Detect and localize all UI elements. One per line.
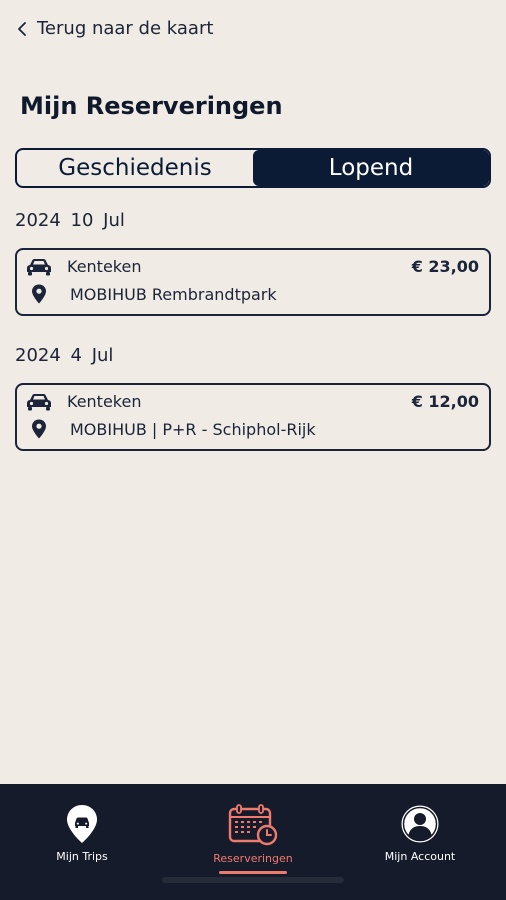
tab-label: Mijn Account [384, 850, 456, 863]
location-pin-icon [32, 284, 46, 304]
back-link-label: Terug naar de kaart [37, 18, 214, 39]
user-icon [401, 805, 439, 843]
reservation-date: 2024 10 Jul [15, 210, 125, 231]
car-icon [27, 394, 51, 411]
tab-label: Reserveringen [213, 852, 293, 865]
tab-label: Mijn Trips [56, 850, 108, 863]
tab-lopend[interactable]: Lopend [253, 150, 489, 186]
home-indicator [162, 877, 344, 883]
reservation-card[interactable]: Kenteken € 23,00 MOBIHUB Rembrandtpark [15, 248, 491, 316]
car-pin-icon [67, 805, 97, 843]
tab-reserveringen[interactable]: Reserveringen [183, 804, 323, 874]
car-icon [27, 259, 51, 276]
tab-mijn-account[interactable]: Mijn Account [350, 804, 490, 863]
plate-label: Kenteken [67, 257, 142, 276]
reservation-price: € 23,00 [411, 257, 479, 276]
tab-mijn-trips[interactable]: Mijn Trips [12, 804, 152, 863]
page-title: Mijn Reserveringen [20, 92, 283, 120]
calendar-clock-icon [228, 804, 278, 846]
segmented-control: Geschiedenis Lopend [15, 148, 491, 188]
back-link[interactable]: Terug naar de kaart [17, 18, 213, 39]
location-pin-icon [32, 419, 46, 439]
plate-label: Kenteken [67, 392, 142, 411]
reservation-location: MOBIHUB | P+R - Schiphol-Rijk [70, 420, 316, 439]
reservation-date: 2024 4 Jul [15, 345, 114, 366]
tab-geschiedenis[interactable]: Geschiedenis [17, 150, 253, 186]
chevron-left-icon [18, 21, 26, 36]
reservation-location: MOBIHUB Rembrandtpark [70, 285, 277, 304]
reservation-price: € 12,00 [411, 392, 479, 411]
active-tab-indicator [219, 871, 287, 874]
reservation-card[interactable]: Kenteken € 12,00 MOBIHUB | P+R - Schipho… [15, 383, 491, 451]
